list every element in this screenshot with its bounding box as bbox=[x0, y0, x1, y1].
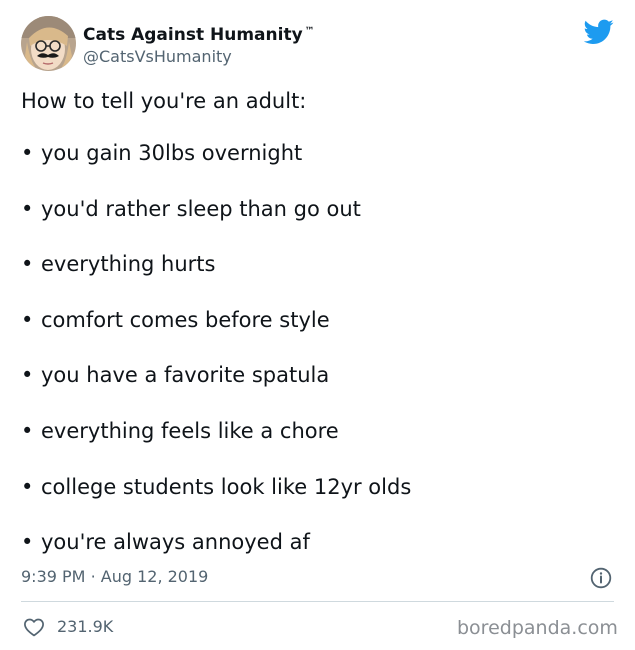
bullet-symbol: • bbox=[21, 197, 34, 221]
bullet-symbol: • bbox=[21, 530, 34, 554]
bullet-symbol: • bbox=[21, 419, 34, 443]
bullet-text: you're always annoyed af bbox=[41, 530, 310, 554]
bullet-text: you have a favorite spatula bbox=[41, 363, 330, 387]
bullet-symbol: • bbox=[21, 363, 34, 387]
bullet-symbol: • bbox=[21, 308, 34, 332]
display-name-text: Cats Against Humanity bbox=[83, 25, 303, 45]
bullet-text: college students look like 12yr olds bbox=[41, 475, 412, 499]
source-watermark: boredpanda.com bbox=[457, 617, 618, 639]
bullet-symbol: • bbox=[21, 475, 34, 499]
tweet-timestamp: 9:39 PM · Aug 12, 2019 bbox=[21, 566, 208, 588]
bullet-item: • everything feels like a chore bbox=[21, 418, 339, 444]
user-handle[interactable]: @CatsVsHumanity bbox=[83, 46, 315, 68]
bullet-text: you gain 30lbs overnight bbox=[41, 141, 303, 165]
tweet-intro: How to tell you're an adult: bbox=[21, 89, 307, 113]
divider bbox=[21, 601, 614, 602]
bullet-text: everything feels like a chore bbox=[41, 419, 339, 443]
tweet-time[interactable]: 9:39 PM bbox=[21, 567, 85, 586]
bullet-text: you'd rather sleep than go out bbox=[41, 197, 361, 221]
meta-separator: · bbox=[90, 567, 96, 586]
bullet-item: • comfort comes before style bbox=[21, 307, 330, 333]
bullet-symbol: • bbox=[21, 141, 34, 165]
trademark-symbol: ™ bbox=[304, 26, 315, 37]
heart-icon bbox=[24, 618, 44, 637]
author-names: Cats Against Humanity ™ @CatsVsHumanity bbox=[83, 21, 315, 68]
bullet-item: • you have a favorite spatula bbox=[21, 362, 329, 388]
bullet-item: • college students look like 12yr olds bbox=[21, 474, 411, 500]
tweet-text: How to tell you're an adult: • you gain 3… bbox=[21, 88, 621, 554]
bullet-item: • everything hurts bbox=[21, 251, 215, 277]
bullet-item: • you gain 30lbs overnight bbox=[21, 140, 302, 166]
bullet-text: everything hurts bbox=[41, 252, 216, 276]
tweet-date[interactable]: Aug 12, 2019 bbox=[101, 567, 209, 586]
bullet-item: • you're always annoyed af bbox=[21, 529, 310, 555]
bullet-symbol: • bbox=[21, 252, 34, 276]
like-button[interactable]: 231.9K bbox=[23, 616, 113, 638]
avatar[interactable] bbox=[21, 16, 76, 71]
tweet-card: Cats Against Humanity ™ @CatsVsHumanity H… bbox=[0, 0, 635, 650]
bullet-text: comfort comes before style bbox=[41, 308, 330, 332]
bullet-item: • you'd rather sleep than go out bbox=[21, 196, 361, 222]
display-name[interactable]: Cats Against Humanity ™ bbox=[83, 21, 315, 46]
tweet-header: Cats Against Humanity ™ @CatsVsHumanity bbox=[21, 16, 621, 74]
like-count: 231.9K bbox=[57, 617, 114, 636]
twitter-bird-icon[interactable] bbox=[584, 19, 614, 45]
info-icon[interactable] bbox=[590, 567, 612, 589]
avatar-image bbox=[21, 16, 76, 71]
